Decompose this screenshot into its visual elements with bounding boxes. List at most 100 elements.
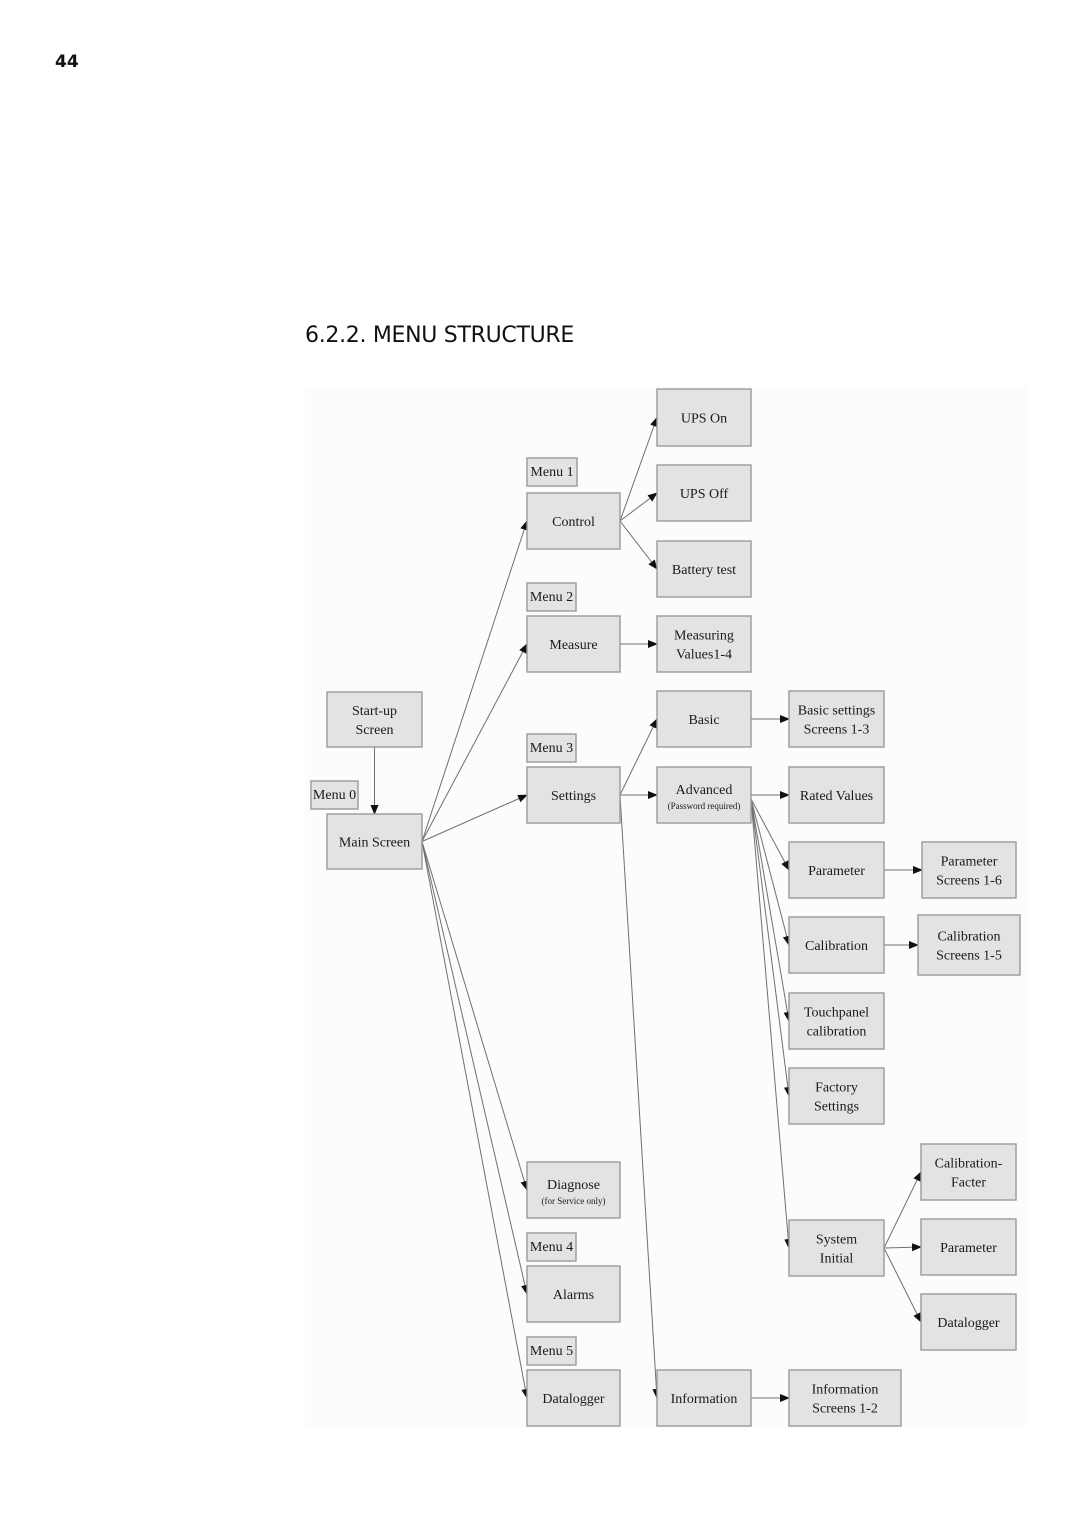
node-advanced: Advanced (Password required): [656, 766, 752, 824]
node-label: Parameter: [940, 1241, 997, 1256]
node-label: Screens 1-2: [812, 1401, 878, 1416]
node-label: Alarms: [553, 1288, 594, 1303]
node-box: [788, 690, 885, 748]
menu-tag-menu2: Menu 2: [526, 582, 577, 612]
diagram-canvas: Start-up Screen Menu 0 Main Screen Menu 1 Con…: [310, 388, 1021, 1427]
edge-sysinit-to-sysdatalogger: [883, 1247, 922, 1323]
node-box: [788, 1067, 885, 1125]
edge-settings-to-basic: [619, 718, 658, 796]
nodes-layer: Start-up Screen Menu 0 Main Screen Menu 1 Con…: [310, 388, 1021, 1427]
node-calibration: Calibration: [788, 916, 885, 974]
node-diagnose: Diagnose (for Service only): [526, 1161, 621, 1219]
node-calscreens: Calibration Screens 1-5: [917, 914, 1021, 976]
edge-main-to-control: [421, 520, 528, 842]
node-label: Screens 1-5: [936, 948, 1002, 963]
node-label: Measure: [549, 638, 597, 653]
node-basic: Basic: [656, 690, 752, 748]
node-label: Menu 0: [313, 788, 356, 803]
edge-control-to-battery: [619, 520, 658, 570]
node-label: Screens 1-3: [804, 722, 870, 737]
node-paramscreens: Parameter Screens 1-6: [921, 841, 1017, 899]
node-sysinit: System Initial: [788, 1219, 885, 1277]
node-label: Factory: [815, 1080, 858, 1095]
node-label: Touchpanel: [804, 1005, 869, 1020]
menu-tag-menu4: Menu 4: [526, 1232, 577, 1262]
node-label: Initial: [820, 1251, 854, 1266]
node-label: Calibration-: [935, 1156, 1003, 1171]
menu-tag-menu0: Menu 0: [310, 780, 359, 810]
node-label: Calibration: [938, 929, 1001, 944]
edge-main-to-alarms: [421, 841, 529, 1295]
edge-main-to-measure: [421, 643, 528, 842]
node-label: Basic settings: [798, 703, 875, 718]
node-label: Measuring: [674, 628, 734, 643]
node-sublabel: (for Service only): [542, 1196, 606, 1206]
node-sysparam: Parameter: [920, 1218, 1017, 1276]
node-label: Menu 5: [530, 1344, 573, 1359]
node-factory: Factory Settings: [788, 1067, 885, 1125]
node-label: Settings: [814, 1099, 859, 1114]
edge-advanced-to-sysinit: [750, 798, 793, 1249]
node-label: Control: [552, 515, 595, 530]
node-sysdatalogger: Datalogger: [920, 1293, 1017, 1351]
node-sublabel: (Password required): [668, 801, 741, 811]
menu-tag-menu1: Menu 1: [526, 457, 578, 487]
node-label: Battery test: [672, 563, 736, 578]
node-alarms: Alarms: [526, 1265, 621, 1323]
menu-structure-diagram: Start-up Screen Menu 0 Main Screen Menu 1 Con…: [305, 386, 1027, 1428]
node-basicscreens: Basic settings Screens 1-3: [788, 690, 885, 748]
node-box: [788, 1219, 885, 1277]
section-title: 6.2.2. MENU STRUCTURE: [305, 323, 574, 348]
node-label: Calibration: [805, 939, 868, 954]
node-box: [921, 841, 1017, 899]
node-label: Screen: [355, 723, 393, 738]
node-label: Advanced: [676, 783, 733, 798]
node-label: Information: [812, 1382, 879, 1397]
node-main: Main Screen: [326, 813, 423, 870]
node-label: Parameter: [808, 864, 865, 879]
edge-settings-to-information: [619, 794, 661, 1399]
edge-main-to-settings: [421, 794, 528, 842]
node-startup: Start-up Screen: [326, 691, 423, 748]
menu-tag-menu5: Menu 5: [526, 1336, 577, 1366]
node-measvals: Measuring Values1-4: [656, 615, 752, 673]
node-parameter: Parameter: [788, 841, 885, 899]
node-infoscreens: Information Screens 1-2: [788, 1369, 902, 1427]
node-label: Rated Values: [800, 789, 873, 804]
node-upsoff: UPS Off: [656, 464, 752, 522]
node-label: Parameter: [941, 854, 998, 869]
node-label: UPS On: [681, 411, 727, 426]
node-box: [326, 691, 423, 748]
node-touch: Touchpanel calibration: [788, 992, 885, 1050]
node-label: Datalogger: [542, 1392, 605, 1407]
node-box: [656, 615, 752, 673]
node-label: Menu 3: [530, 741, 573, 756]
node-battery: Battery test: [656, 540, 752, 598]
node-information: Information: [656, 1369, 752, 1427]
node-datalogger: Datalogger: [526, 1369, 621, 1427]
node-settings: Settings: [526, 766, 621, 824]
node-box: [920, 1143, 1017, 1201]
edge-main-to-diagnose: [421, 841, 529, 1191]
node-measure: Measure: [526, 615, 621, 673]
node-label: Menu 1: [530, 465, 573, 480]
edge-main-to-datalogger: [421, 841, 530, 1399]
node-label: Main Screen: [339, 835, 410, 850]
node-label: Information: [671, 1392, 738, 1407]
node-control: Control: [526, 492, 621, 550]
edge-sysinit-to-calfacter: [883, 1171, 922, 1249]
edge-advanced-to-factory: [750, 798, 792, 1097]
node-label: Datalogger: [937, 1316, 1000, 1331]
edge-advanced-to-touch: [750, 798, 792, 1022]
node-label: Values1-4: [676, 647, 732, 662]
node-calfacter: Calibration- Facter: [920, 1143, 1017, 1201]
node-rated: Rated Values: [788, 766, 885, 824]
node-upson: UPS On: [656, 388, 752, 447]
edge-control-to-upson: [619, 416, 658, 522]
node-label: Screens 1-6: [936, 873, 1002, 888]
node-label: Menu 2: [530, 590, 573, 605]
node-label: UPS Off: [680, 487, 729, 502]
node-label: Settings: [551, 789, 596, 804]
node-box: [788, 992, 885, 1050]
node-label: Diagnose: [547, 1178, 600, 1193]
